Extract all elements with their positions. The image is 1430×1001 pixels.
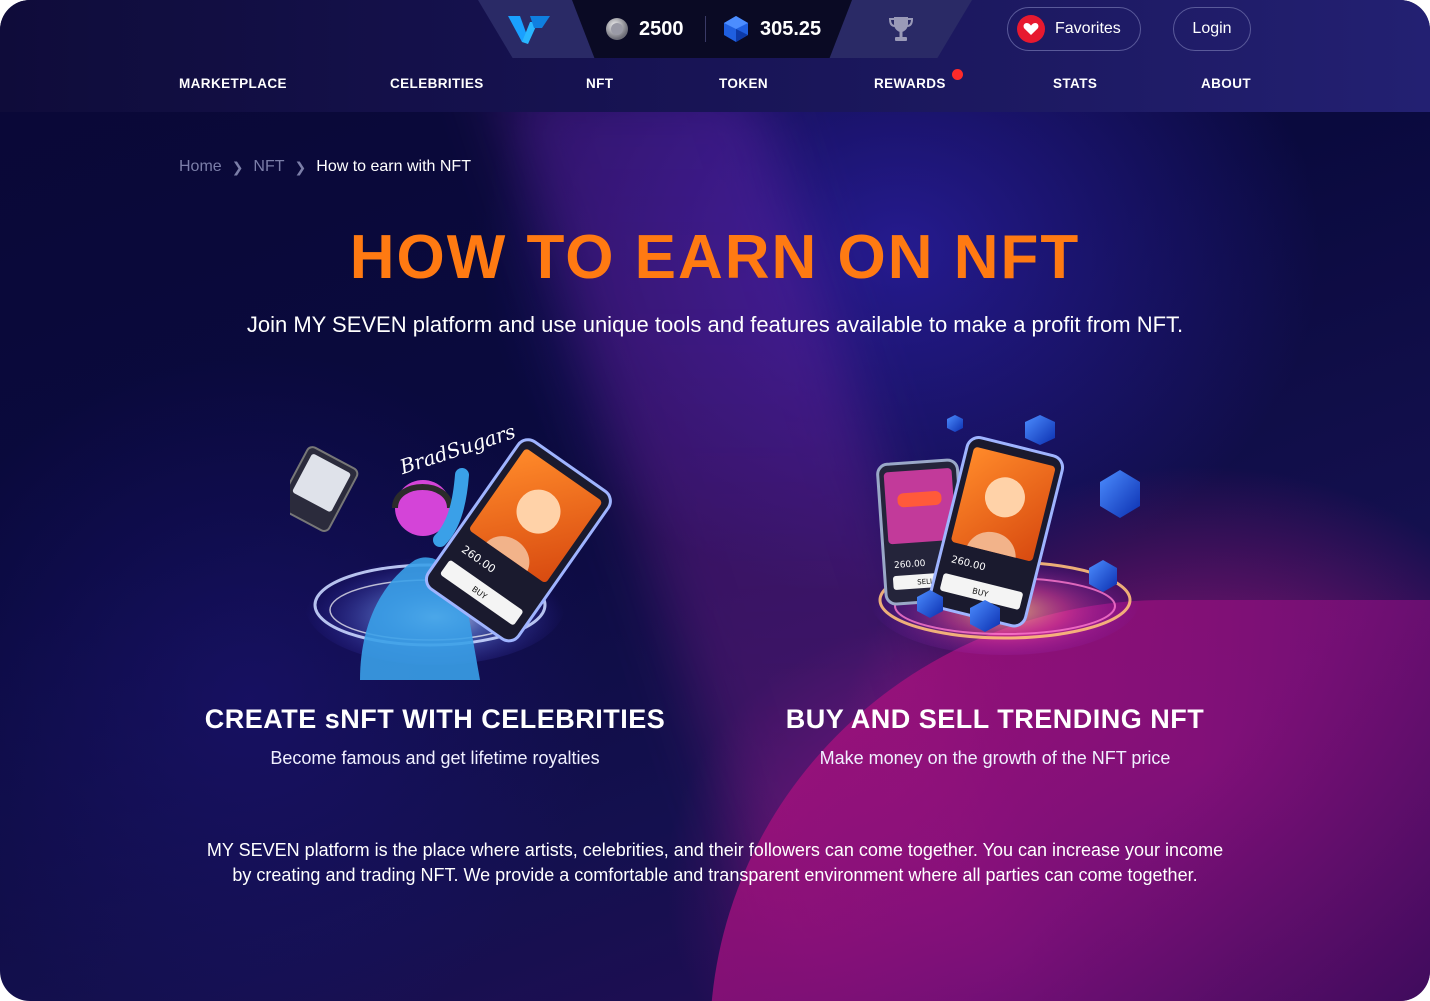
breadcrumb: Home ❯ NFT ❯ How to earn with NFT xyxy=(179,158,471,176)
rewards-notification-dot xyxy=(952,69,963,80)
card-title-buy-sell-nft: BUY AND SELL TRENDING NFT xyxy=(785,704,1205,734)
breadcrumb-current: How to earn with NFT xyxy=(316,158,471,175)
nav-celebrities[interactable]: CELEBRITIES xyxy=(390,76,484,94)
trending-nft-illustration: 260.00 SELL 260.00 BUY xyxy=(870,415,1140,655)
nav-stats[interactable]: STATS xyxy=(1053,76,1097,94)
logo-icon[interactable] xyxy=(508,14,550,44)
gem-icon xyxy=(724,16,748,42)
page-subtitle: Join MY SEVEN platform and use unique to… xyxy=(246,312,1184,337)
balance-divider xyxy=(705,16,706,42)
site-header: 2500 305.25 Favorites Login MARKETPLACE … xyxy=(0,0,1430,112)
nav-nft[interactable]: NFT xyxy=(586,76,613,94)
gem-balance-value: 305.25 xyxy=(760,17,822,40)
gem-icon xyxy=(1025,415,1055,445)
favorites-button[interactable]: Favorites xyxy=(1007,7,1141,51)
card-subtitle-create-snft: Become famous and get lifetime royalties xyxy=(270,748,600,768)
login-button[interactable]: Login xyxy=(1173,7,1251,51)
celebrity-nft-illustration: BradSugars 260.00 BUY xyxy=(290,420,612,680)
card-subtitle-buy-sell-nft: Make money on the growth of the NFT pric… xyxy=(819,748,1171,768)
silver-balance: 2500 xyxy=(605,17,684,41)
nav-about[interactable]: ABOUT xyxy=(1201,76,1251,94)
breadcrumb-home[interactable]: Home xyxy=(179,158,222,176)
page-title: HOW TO EARN ON NFT xyxy=(349,223,1081,292)
nav-marketplace[interactable]: MARKETPLACE xyxy=(179,76,287,94)
silver-coin-icon xyxy=(606,18,628,40)
nav-rewards[interactable]: REWARDS xyxy=(874,76,946,94)
card-title-create-snft: CREATE sNFT WITH CELEBRITIES xyxy=(204,704,666,734)
gem-icon xyxy=(947,415,963,432)
gem-icon xyxy=(1100,470,1140,518)
favorites-label: Favorites xyxy=(1055,20,1121,37)
page-frame: 2500 305.25 Favorites Login MARKETPLACE … xyxy=(0,0,1430,1001)
chevron-right-icon: ❯ xyxy=(294,158,307,175)
chevron-right-icon: ❯ xyxy=(231,158,244,175)
gem-balance: 305.25 xyxy=(722,16,822,42)
nav-token[interactable]: TOKEN xyxy=(719,76,768,94)
silver-balance-value: 2500 xyxy=(639,17,684,40)
heart-icon xyxy=(1017,15,1045,43)
platform-description: MY SEVEN platform is the place where art… xyxy=(206,840,1224,885)
breadcrumb-nft[interactable]: NFT xyxy=(253,158,284,176)
trophy-icon[interactable] xyxy=(889,15,913,43)
